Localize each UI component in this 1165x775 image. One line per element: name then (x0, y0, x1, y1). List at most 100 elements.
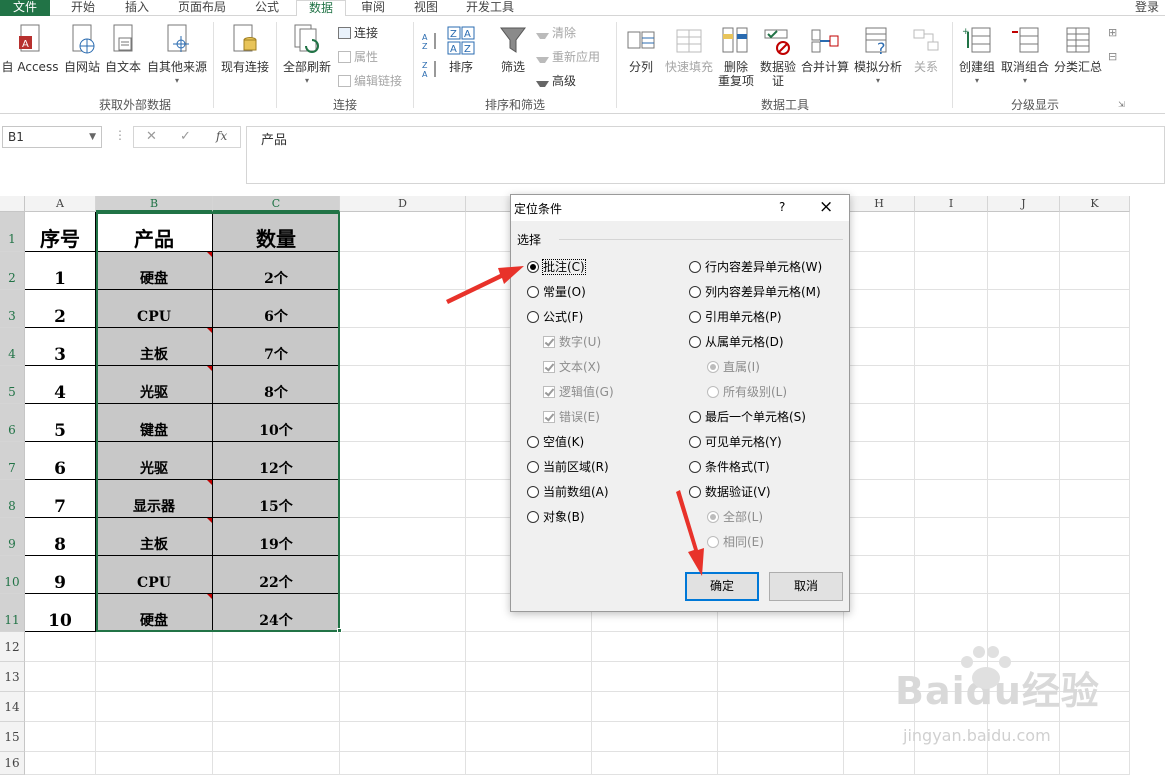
empty-cell[interactable] (915, 252, 988, 290)
empty-cell[interactable] (96, 632, 213, 662)
empty-cell[interactable] (1060, 556, 1130, 594)
data-validation-button[interactable]: 数据验 证 (758, 24, 798, 88)
empty-cell[interactable] (340, 662, 466, 692)
connections-button[interactable]: 连接 (338, 24, 378, 42)
empty-cell[interactable] (592, 692, 718, 722)
empty-cell[interactable] (915, 212, 988, 252)
empty-cell[interactable] (340, 480, 466, 518)
table-header-cell[interactable]: 产品 (96, 212, 213, 252)
column-header[interactable]: H (844, 196, 915, 212)
filter-button[interactable]: 筛选 (494, 24, 532, 74)
column-header[interactable]: K (1060, 196, 1130, 212)
radio-icon[interactable] (527, 286, 539, 298)
option-left-7[interactable]: 空值(K) (527, 434, 584, 450)
cell-product[interactable]: 光驱 (96, 366, 213, 404)
option-left-4[interactable]: 文本(X) (543, 359, 601, 375)
empty-cell[interactable] (988, 212, 1060, 252)
empty-cell[interactable] (213, 722, 340, 752)
text-to-columns-button[interactable]: 分列 (622, 24, 660, 74)
empty-cell[interactable] (592, 632, 718, 662)
empty-cell[interactable] (1060, 722, 1130, 752)
empty-cell[interactable] (988, 404, 1060, 442)
row-header[interactable]: 9 (0, 518, 25, 556)
empty-cell[interactable] (915, 594, 988, 632)
option-right-6[interactable]: 最后一个单元格(S) (689, 409, 806, 425)
what-if-analysis-button[interactable]: ? 模拟分析 ▾ (852, 24, 904, 88)
radio-icon[interactable] (689, 486, 701, 498)
cell-no[interactable]: 3 (25, 328, 96, 366)
empty-cell[interactable] (340, 252, 466, 290)
row-header[interactable]: 5 (0, 366, 25, 404)
flash-fill-button[interactable]: 快速填充 (662, 24, 716, 74)
radio-icon[interactable] (527, 311, 539, 323)
option-right-3[interactable]: 从属单元格(D) (689, 334, 784, 350)
cell-qty[interactable]: 12个 (213, 442, 340, 480)
cancel-icon[interactable]: ✕ (146, 129, 157, 144)
ungroup-button[interactable]: 取消组合 ▾ (1000, 24, 1050, 88)
empty-cell[interactable] (844, 252, 915, 290)
empty-cell[interactable] (844, 366, 915, 404)
empty-cell[interactable] (1060, 518, 1130, 556)
column-header[interactable]: I (915, 196, 988, 212)
column-header[interactable]: J (988, 196, 1060, 212)
empty-cell[interactable] (1060, 442, 1130, 480)
empty-cell[interactable] (340, 442, 466, 480)
insert-function-icon[interactable]: fx (216, 129, 227, 143)
empty-cell[interactable] (25, 662, 96, 692)
cell-no[interactable]: 5 (25, 404, 96, 442)
empty-cell[interactable] (466, 692, 592, 722)
reapply-button[interactable]: 重新应用 (536, 48, 600, 66)
empty-cell[interactable] (96, 692, 213, 722)
empty-cell[interactable] (592, 722, 718, 752)
empty-cell[interactable] (340, 722, 466, 752)
dialog-launcher-icon[interactable]: ⇲ (1118, 100, 1125, 109)
sort-ascending-button[interactable]: AZZA (420, 30, 440, 81)
radio-icon[interactable] (527, 486, 539, 498)
cell-product[interactable]: CPU (96, 290, 213, 328)
cell-product[interactable]: 光驱 (96, 442, 213, 480)
row-header[interactable]: 4 (0, 328, 25, 366)
cell-qty[interactable]: 7个 (213, 328, 340, 366)
radio-icon[interactable] (707, 386, 719, 398)
row-header[interactable]: 13 (0, 662, 25, 692)
option-right-8[interactable]: 条件格式(T) (689, 459, 770, 475)
empty-cell[interactable] (1060, 328, 1130, 366)
empty-cell[interactable] (340, 752, 466, 775)
from-other-sources-button[interactable]: 自其他来源 ▾ (145, 24, 209, 88)
row-header[interactable]: 6 (0, 404, 25, 442)
empty-cell[interactable] (25, 632, 96, 662)
name-box[interactable]: B1 ▼ (2, 126, 102, 148)
row-header[interactable]: 7 (0, 442, 25, 480)
empty-cell[interactable] (718, 752, 844, 775)
properties-button[interactable]: 属性 (338, 48, 378, 66)
empty-cell[interactable] (340, 366, 466, 404)
radio-icon[interactable] (689, 436, 701, 448)
checkbox-icon[interactable] (543, 336, 555, 348)
tab-view[interactable]: 视图 (404, 0, 448, 16)
empty-cell[interactable] (25, 752, 96, 775)
empty-cell[interactable] (213, 632, 340, 662)
advanced-filter-button[interactable]: 高级 (536, 72, 576, 90)
formula-input[interactable]: 产品 (246, 126, 1165, 184)
empty-cell[interactable] (988, 252, 1060, 290)
cell-no[interactable]: 2 (25, 290, 96, 328)
empty-cell[interactable] (844, 480, 915, 518)
cell-product[interactable]: 键盘 (96, 404, 213, 442)
empty-cell[interactable] (340, 632, 466, 662)
empty-cell[interactable] (844, 404, 915, 442)
sort-button[interactable]: ZAAZ 排序 (444, 24, 478, 74)
empty-cell[interactable] (1060, 480, 1130, 518)
cell-no[interactable]: 6 (25, 442, 96, 480)
empty-cell[interactable] (340, 290, 466, 328)
empty-cell[interactable] (213, 692, 340, 722)
tab-file[interactable]: 文件 (0, 0, 50, 16)
tab-developer[interactable]: 开发工具 (458, 0, 522, 16)
option-right-11[interactable]: 相同(E) (707, 534, 764, 550)
cell-no[interactable]: 10 (25, 594, 96, 632)
option-right-4[interactable]: 直属(I) (707, 359, 760, 375)
existing-connections-button[interactable]: 现有连接 (217, 24, 273, 74)
option-right-1[interactable]: 列内容差异单元格(M) (689, 284, 821, 300)
empty-cell[interactable] (592, 752, 718, 775)
column-header[interactable]: B (96, 196, 213, 212)
option-right-9[interactable]: 数据验证(V) (689, 484, 771, 500)
